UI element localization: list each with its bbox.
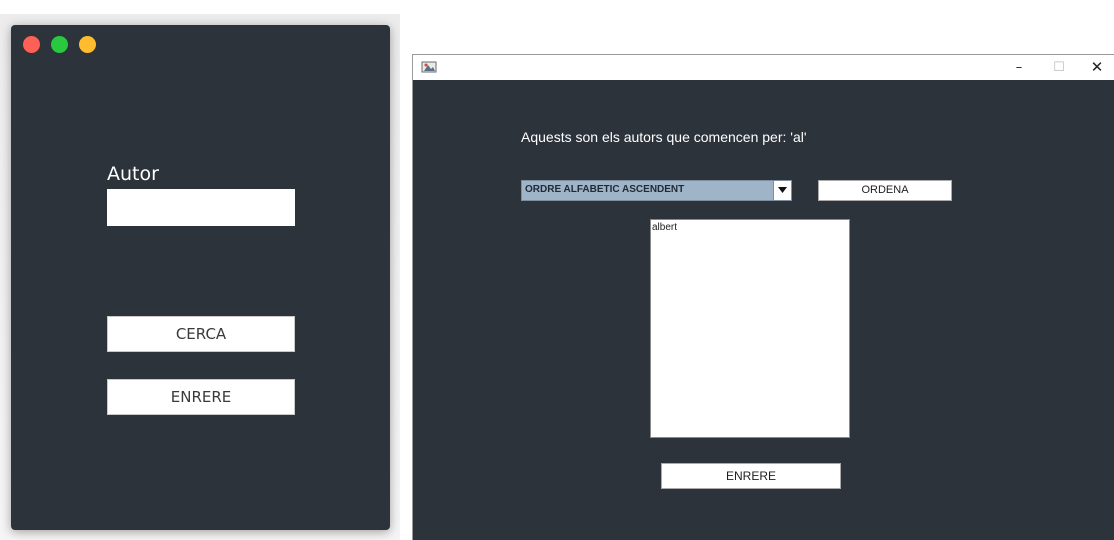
ordena-button[interactable]: ORDENA [818,180,952,201]
minimize-window-button[interactable] [79,36,96,53]
results-heading: Aquests son els autors que comencen per:… [521,129,807,145]
sort-order-select[interactable]: ORDRE ALFABETIC ASCENDENT [521,180,792,201]
close-window-button[interactable] [23,36,40,53]
close-icon[interactable]: ✕ [1077,55,1114,80]
java-app-icon [421,59,437,75]
minimize-icon[interactable]: – [999,55,1039,80]
maximize-icon[interactable]: ☐ [1039,55,1079,80]
enrere-button[interactable]: ENRERE [661,463,841,489]
autor-input[interactable] [107,189,295,226]
list-item[interactable]: albert [652,222,677,233]
autor-label: Autor [107,163,159,185]
sort-order-value: ORDRE ALFABETIC ASCENDENT [525,184,685,195]
enrere-button[interactable]: ENRERE [107,379,295,415]
search-window: Autor CERCA ENRERE [11,25,390,530]
dropdown-arrow-icon[interactable] [773,181,791,200]
window-titlebar[interactable]: – ☐ ✕ [413,55,1114,80]
authors-list[interactable]: albert [650,219,850,438]
results-window: – ☐ ✕ Aquests son els autors que comence… [412,54,1114,540]
cerca-button[interactable]: CERCA [107,316,295,352]
zoom-window-button[interactable] [51,36,68,53]
